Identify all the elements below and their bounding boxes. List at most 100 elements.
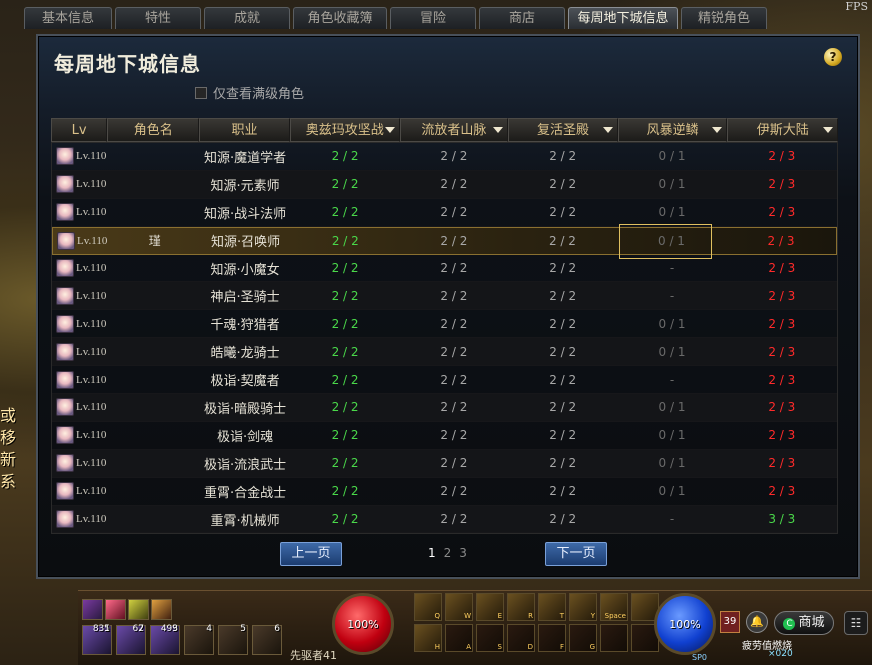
skill-slot[interactable]: D bbox=[507, 624, 535, 652]
quick-item-slot[interactable] bbox=[151, 599, 172, 620]
table-row[interactable]: Lv.110 神启·圣骑士 2 / 2 2 / 2 2 / 2 - 2 / 3 bbox=[52, 282, 837, 311]
page-number[interactable]: 2 bbox=[444, 546, 452, 560]
menu-grid-button[interactable]: ☷ bbox=[844, 611, 868, 635]
dungeon-count-cell: 2 / 2 bbox=[331, 316, 359, 331]
max-level-filter[interactable]: 仅查看满级角色 bbox=[195, 83, 304, 102]
level-cell: Lv.110 bbox=[52, 426, 108, 445]
dungeon-count-cell: 2 / 2 bbox=[331, 372, 359, 387]
table-row[interactable]: Lv.110 极诣·暗殿骑士 2 / 2 2 / 2 2 / 2 0 / 1 2 / 3 bbox=[52, 394, 837, 422]
dungeon-count-cell: 2 / 3 bbox=[768, 400, 796, 415]
sort-arrow-icon[interactable] bbox=[384, 127, 395, 133]
column-header[interactable]: 伊斯大陆 bbox=[727, 118, 838, 142]
weekly-dungeon-panel: 每周地下城信息 ? 仅查看满级角色 Lv 角色名 职业 奥兹玛攻坚战 流放者山脉 复活圣殿… bbox=[36, 34, 860, 579]
table-row[interactable]: Lv.110 极诣·流浪武士 2 / 2 2 / 2 2 / 2 0 / 1 2 / 3 bbox=[52, 449, 837, 478]
bell-icon[interactable]: 🔔 bbox=[746, 611, 768, 633]
consumable-slot[interactable]: 499 3 bbox=[150, 624, 180, 655]
table-row[interactable]: Lv.110 皓曦·龙骑士 2 / 2 2 / 2 2 / 2 0 / 1 2 / 3 bbox=[52, 338, 837, 367]
skill-slot[interactable]: F bbox=[538, 624, 566, 652]
pagination: 上一页 123 下一页 bbox=[38, 542, 862, 568]
skill-key: H bbox=[434, 643, 440, 651]
dungeon-count-cell: 2 / 2 bbox=[331, 288, 359, 303]
character-name: 瑾 bbox=[148, 234, 161, 249]
column-header: 角色名 bbox=[107, 118, 200, 142]
level-text: Lv.110 bbox=[76, 485, 107, 498]
sort-arrow-icon[interactable] bbox=[493, 127, 504, 133]
quick-item-slot[interactable] bbox=[105, 599, 126, 620]
skill-slot[interactable] bbox=[600, 624, 628, 652]
column-header[interactable]: 流放者山脉 bbox=[399, 118, 509, 142]
skill-slot[interactable]: H bbox=[414, 624, 442, 652]
shop-button[interactable]: C 商城 bbox=[774, 611, 834, 635]
table-row[interactable]: Lv.110 极诣·剑魂 2 / 2 2 / 2 2 / 2 0 / 1 2 / 3 bbox=[52, 422, 837, 450]
job-name: 知源·战斗法师 bbox=[204, 206, 287, 222]
consumable-key: 4 bbox=[206, 624, 212, 634]
dungeon-count-cell: 2 / 2 bbox=[440, 428, 468, 443]
table-row[interactable]: Lv.110 千魂·狩猎者 2 / 2 2 / 2 2 / 2 0 / 1 2 / 3 bbox=[52, 310, 837, 339]
consumable-slot[interactable]: 5 bbox=[218, 624, 248, 655]
table-row[interactable]: Lv.110 知源·小魔女 2 / 2 2 / 2 2 / 2 - 2 / 3 bbox=[52, 255, 837, 283]
page-number[interactable]: 3 bbox=[459, 546, 467, 560]
table-row[interactable]: Lv.110 知源·魔道学者 2 / 2 2 / 2 2 / 2 0 / 1 2 / 3 bbox=[52, 143, 837, 171]
dungeon-count-cell: 2 / 2 bbox=[440, 149, 468, 164]
tab-3[interactable]: 角色收藏簿 bbox=[293, 7, 387, 29]
consumable-key: 6 bbox=[274, 624, 280, 634]
consumable-slot[interactable]: 835 1 bbox=[82, 624, 112, 655]
column-header[interactable]: 奥兹玛攻坚战 bbox=[289, 118, 400, 142]
tab-7[interactable]: 精锐角色 bbox=[681, 7, 767, 29]
skill-key: E bbox=[497, 612, 502, 620]
dungeon-count-cell: 2 / 2 bbox=[440, 233, 468, 248]
quick-item-slot[interactable] bbox=[82, 599, 103, 620]
level-text: Lv.110 bbox=[76, 206, 107, 219]
consumable-slot[interactable]: 67 2 bbox=[116, 624, 146, 655]
help-icon[interactable]: ? bbox=[824, 48, 842, 66]
page-numbers: 123 bbox=[428, 546, 467, 560]
table-row[interactable]: Lv.110 极诣·契魔者 2 / 2 2 / 2 2 / 2 - 2 / 3 bbox=[52, 366, 837, 395]
skill-slot[interactable]: Y bbox=[569, 593, 597, 621]
sort-arrow-icon[interactable] bbox=[823, 127, 833, 133]
tab-6[interactable]: 每周地下城信息 bbox=[568, 7, 678, 29]
dungeon-count-cell: 2 / 2 bbox=[549, 205, 577, 220]
dungeon-count-cell: 2 / 2 bbox=[549, 344, 577, 359]
sp-text: SP0 bbox=[692, 653, 707, 662]
page-number[interactable]: 1 bbox=[428, 546, 436, 560]
table-row[interactable]: Lv.110 重霄·机械师 2 / 2 2 / 2 2 / 2 - 3 / 3 bbox=[52, 505, 837, 534]
table-row[interactable]: Lv.110 知源·元素师 2 / 2 2 / 2 2 / 2 0 / 1 2 / 3 bbox=[52, 170, 837, 199]
tab-0[interactable]: 基本信息 bbox=[24, 7, 112, 29]
sort-arrow-icon[interactable] bbox=[712, 127, 723, 133]
table-row[interactable]: Lv.110 瑾 知源·召唤师 2 / 2 2 / 2 2 / 2 0 / 1 2 / 3 bbox=[52, 226, 837, 255]
next-page-button[interactable]: 下一页 bbox=[545, 542, 607, 566]
skill-key: R bbox=[528, 612, 533, 620]
level-text: Lv.110 bbox=[76, 345, 107, 358]
table-row[interactable]: Lv.110 知源·战斗法师 2 / 2 2 / 2 2 / 2 0 / 1 2 / 3 bbox=[52, 199, 837, 227]
dungeon-count-cell: 2 / 3 bbox=[768, 149, 796, 164]
tab-4[interactable]: 冒险 bbox=[390, 7, 476, 29]
avatar bbox=[56, 370, 74, 389]
skill-slot[interactable]: R bbox=[507, 593, 535, 621]
dungeon-count-cell: 2 / 2 bbox=[549, 288, 577, 303]
dungeon-count-cell: 2 / 3 bbox=[768, 372, 796, 387]
tab-2[interactable]: 成就 bbox=[204, 7, 290, 29]
column-header[interactable]: 复活圣殿 bbox=[508, 118, 618, 142]
skill-slot[interactable]: A bbox=[445, 624, 473, 652]
skill-slot[interactable]: W bbox=[445, 593, 473, 621]
skill-slot[interactable]: T bbox=[538, 593, 566, 621]
dungeon-count-cell: 2 / 2 bbox=[549, 149, 577, 164]
skill-slot[interactable]: Space bbox=[600, 593, 628, 621]
table-row[interactable]: Lv.110 重霄·合金战士 2 / 2 2 / 2 2 / 2 0 / 1 2 / 3 bbox=[52, 478, 837, 506]
consumable-slot[interactable]: 4 bbox=[184, 624, 214, 655]
prev-page-button[interactable]: 上一页 bbox=[280, 542, 342, 566]
skill-slot[interactable]: Q bbox=[414, 593, 442, 621]
skill-slot[interactable]: G bbox=[569, 624, 597, 652]
shop-mark-icon: C bbox=[783, 618, 796, 630]
dungeon-count-cell: 3 / 3 bbox=[768, 512, 796, 527]
filter-checkbox[interactable] bbox=[195, 86, 207, 99]
dungeon-count-cell: 2 / 2 bbox=[440, 177, 468, 192]
quick-item-slot[interactable] bbox=[128, 599, 149, 620]
sort-arrow-icon[interactable] bbox=[602, 127, 613, 133]
skill-slot[interactable]: E bbox=[476, 593, 504, 621]
column-header[interactable]: 风暴逆鳞 bbox=[617, 118, 728, 142]
tab-5[interactable]: 商店 bbox=[479, 7, 565, 29]
skill-slot[interactable]: S bbox=[476, 624, 504, 652]
tab-1[interactable]: 特性 bbox=[115, 7, 201, 29]
consumable-slot[interactable]: 6 bbox=[252, 624, 282, 655]
